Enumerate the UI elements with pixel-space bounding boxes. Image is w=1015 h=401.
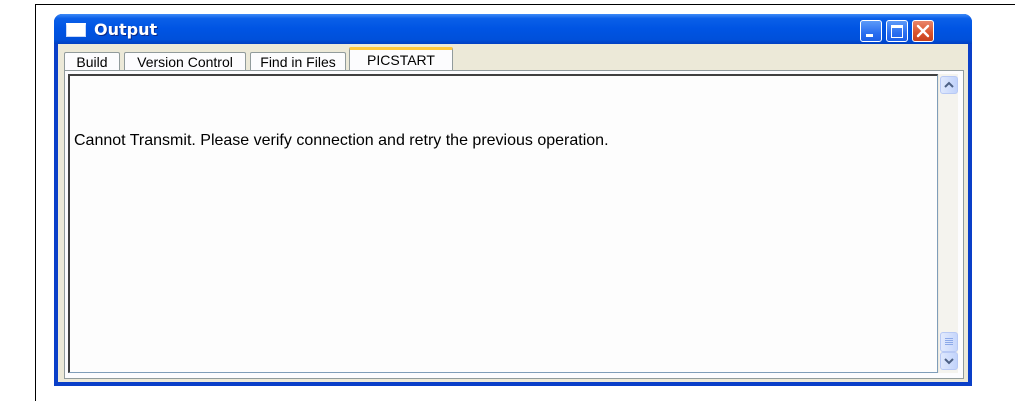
scroll-down-button[interactable] xyxy=(940,352,958,370)
vertical-scrollbar[interactable] xyxy=(938,74,958,373)
tab-label: Build xyxy=(76,54,108,70)
maximize-button[interactable] xyxy=(886,20,908,42)
close-button[interactable] xyxy=(912,20,934,42)
tab-version-control[interactable]: Version Control xyxy=(124,52,246,71)
title-bar[interactable]: Output xyxy=(54,14,972,44)
tab-picstart[interactable]: PICSTART xyxy=(349,47,453,71)
minimize-button[interactable] xyxy=(860,20,882,42)
tab-panel: Cannot Transmit. Please verify connectio… xyxy=(64,70,964,379)
scroll-thumb[interactable] xyxy=(940,332,958,352)
window-icon xyxy=(66,23,86,37)
close-icon xyxy=(916,24,930,38)
tab-build[interactable]: Build xyxy=(64,52,120,71)
window-title: Output xyxy=(94,20,158,39)
window-client: Build Version Control Find in Files PICS… xyxy=(58,44,968,382)
tab-find-in-files[interactable]: Find in Files xyxy=(250,52,346,71)
output-window: Output Build Version Control Find in Fil… xyxy=(54,14,972,386)
tab-label: Find in Files xyxy=(260,54,336,70)
chevron-down-icon xyxy=(944,358,954,365)
tab-label: Version Control xyxy=(137,54,233,70)
output-message: Cannot Transmit. Please verify connectio… xyxy=(74,132,609,149)
page-border-top xyxy=(35,4,1015,5)
page-border-left xyxy=(35,4,36,401)
chevron-up-icon xyxy=(944,81,954,88)
tab-label: PICSTART xyxy=(367,52,435,68)
output-text-area[interactable]: Cannot Transmit. Please verify connectio… xyxy=(68,74,938,373)
scroll-up-button[interactable] xyxy=(940,76,958,94)
